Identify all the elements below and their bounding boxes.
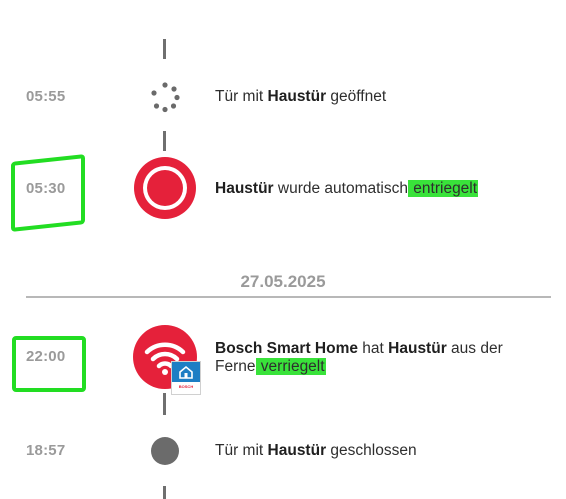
event-description: Haustür wurde automatisch entriegelt: [215, 180, 479, 197]
bosch-badge-text: BOSCH: [178, 384, 194, 389]
event-time: 05:30: [26, 180, 66, 197]
closed-dot-icon: [151, 437, 179, 465]
date-divider: [26, 296, 551, 298]
timeline-segment: [163, 39, 166, 59]
timeline-segment: [163, 486, 166, 499]
spinner-icon: [148, 80, 182, 114]
event-description: Tür mit Haustür geöffnet: [215, 88, 387, 105]
timeline-segment: [163, 131, 166, 151]
timeline-segment: [163, 393, 166, 415]
event-description: Tür mit Haustür geschlossen: [215, 442, 417, 459]
alarm-record-icon: [133, 156, 197, 220]
bosch-home-icon: BOSCH: [171, 361, 201, 395]
date-separator: 27.05.2025: [240, 272, 326, 291]
event-description: Bosch Smart Home hat Haustür aus der Fer…: [215, 340, 503, 375]
event-time: 05:55: [26, 88, 66, 105]
event-time: 22:00: [26, 348, 66, 365]
event-time: 18:57: [26, 442, 66, 459]
